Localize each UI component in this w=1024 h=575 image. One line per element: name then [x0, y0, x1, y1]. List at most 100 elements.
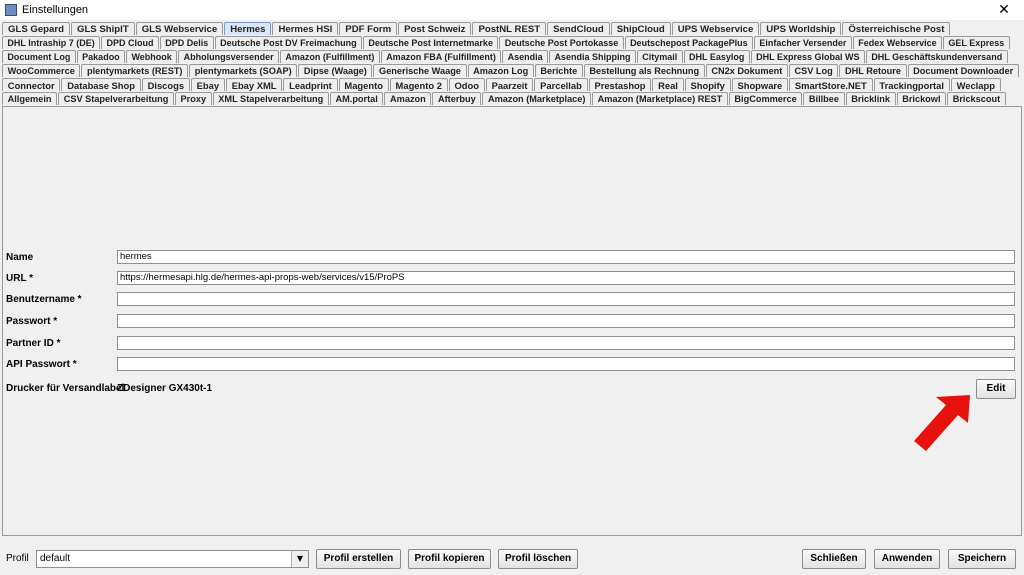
chevron-down-icon[interactable]: ▼ — [291, 551, 308, 567]
copy-profile-button[interactable]: Profil kopieren — [408, 549, 491, 569]
create-profile-button[interactable]: Profil erstellen — [316, 549, 401, 569]
tab-hermes-hsi[interactable]: Hermes HSI — [272, 22, 339, 35]
tab-ups-worldship[interactable]: UPS Worldship — [760, 22, 842, 35]
tab-amazon-fba-fulfillment[interactable]: Amazon FBA (Fulfillment) — [380, 50, 502, 63]
api-password-field[interactable] — [117, 357, 1015, 371]
close-button[interactable]: Schließen — [802, 549, 866, 569]
tab-document-log[interactable]: Document Log — [2, 50, 76, 63]
tab-dipse-waage[interactable]: Dipse (Waage) — [298, 64, 373, 77]
tab-asendia[interactable]: Asendia — [502, 50, 549, 63]
delete-profile-button[interactable]: Profil löschen — [498, 549, 578, 569]
apply-button[interactable]: Anwenden — [874, 549, 940, 569]
tab-parcellab[interactable]: Parcellab — [534, 78, 588, 91]
tab-ebay[interactable]: Ebay — [190, 78, 225, 91]
tab-row-6: Allgemein CSV Stapelverarbeitung Proxy XML … — [2, 92, 1022, 106]
tab-hermes[interactable]: Hermes — [224, 22, 272, 35]
tab-shopware[interactable]: Shopware — [731, 78, 789, 91]
tab-gls-shipit[interactable]: GLS ShipIT — [70, 22, 135, 35]
tab-proxy[interactable]: Proxy — [174, 92, 212, 105]
tab-postnl-rest[interactable]: PostNL REST — [472, 22, 547, 35]
tab-database-shop[interactable]: Database Shop — [61, 78, 141, 91]
tab-dhl-express-global-ws[interactable]: DHL Express Global WS — [750, 50, 865, 63]
tab-webhook[interactable]: Webhook — [126, 50, 178, 63]
save-button[interactable]: Speichern — [948, 549, 1016, 569]
profile-select[interactable]: default ▼ — [36, 550, 309, 568]
tab-xml-stapelverarbeitung[interactable]: XML Stapelverarbeitung — [212, 92, 329, 105]
tab-csv-log[interactable]: CSV Log — [788, 64, 839, 77]
tab-brickscout[interactable]: Brickscout — [947, 92, 1006, 105]
close-icon[interactable]: ✕ — [984, 0, 1024, 20]
tab-berichte[interactable]: Berichte — [534, 64, 583, 77]
tab-citymail[interactable]: Citymail — [636, 50, 683, 63]
password-label: Passwort * — [6, 316, 58, 327]
tab-magento[interactable]: Magento — [338, 78, 389, 91]
tab-bigcommerce[interactable]: BigCommerce — [728, 92, 803, 105]
tab-gls-gepard[interactable]: GLS Gepard — [2, 22, 70, 35]
tab-österreichische-post[interactable]: Österreichische Post — [842, 22, 951, 35]
tab-dhl-easylog[interactable]: DHL Easylog — [683, 50, 750, 63]
tab-dpd-delis[interactable]: DPD Delis — [159, 36, 214, 49]
title-bar: Einstellungen ✕ — [0, 0, 1024, 20]
tab-bricklink[interactable]: Bricklink — [845, 92, 896, 105]
tab-einfacher-versender[interactable]: Einfacher Versender — [754, 36, 852, 49]
tab-fedex-webservice[interactable]: Fedex Webservice — [852, 36, 942, 49]
tab-brickowl[interactable]: Brickowl — [896, 92, 947, 105]
tab-shopify[interactable]: Shopify — [684, 78, 731, 91]
tab-afterbuy[interactable]: Afterbuy — [432, 92, 482, 105]
tab-amazon-fulfillment[interactable]: Amazon (Fulfillment) — [280, 50, 380, 63]
api-password-label: API Passwort * — [6, 359, 77, 370]
tab-real[interactable]: Real — [652, 78, 684, 91]
tab-amazon[interactable]: Amazon — [384, 92, 432, 105]
tab-woocommerce[interactable]: WooCommerce — [2, 64, 81, 77]
tab-csv-stapelverarbeitung[interactable]: CSV Stapelverarbeitung — [58, 92, 174, 105]
tab-allgemein[interactable]: Allgemein — [2, 92, 58, 105]
tab-weclapp[interactable]: Weclapp — [950, 78, 1001, 91]
tab-asendia-shipping[interactable]: Asendia Shipping — [549, 50, 636, 63]
tab-trackingportal[interactable]: Trackingportal — [873, 78, 950, 91]
tab-ebay-xml[interactable]: Ebay XML — [225, 78, 283, 91]
tab-sendcloud[interactable]: SendCloud — [547, 22, 610, 35]
partner-id-field[interactable] — [117, 336, 1015, 350]
tab-prestashop[interactable]: Prestashop — [588, 78, 652, 91]
tab-shipcloud[interactable]: ShipCloud — [610, 22, 671, 35]
tab-bestellung-als-rechnung[interactable]: Bestellung als Rechnung — [583, 64, 705, 77]
tab-dhl-retoure[interactable]: DHL Retoure — [839, 64, 907, 77]
url-field[interactable]: https://hermesapi.hlg.de/hermes-api-prop… — [117, 271, 1015, 285]
tab-generische-waage[interactable]: Generische Waage — [373, 64, 467, 77]
tab-amazon-log[interactable]: Amazon Log — [467, 64, 534, 77]
tab-deutschepost-packageplus[interactable]: Deutschepost PackagePlus — [624, 36, 753, 49]
tab-connector[interactable]: Connector — [2, 78, 61, 91]
tab-deutsche-post-portokasse[interactable]: Deutsche Post Portokasse — [499, 36, 624, 49]
tab-deutsche-post-dv-freimachung[interactable]: Deutsche Post DV Freimachung — [214, 36, 363, 49]
tab-plentymarkets-rest[interactable]: plentymarkets (REST) — [81, 64, 189, 77]
tab-cn2x-dokument[interactable]: CN2x Dokument — [705, 64, 788, 77]
tab-plentymarkets-soap[interactable]: plentymarkets (SOAP) — [189, 64, 298, 77]
tab-post-schweiz[interactable]: Post Schweiz — [398, 22, 472, 35]
tab-pdf-form[interactable]: PDF Form — [339, 22, 398, 35]
edit-printer-button[interactable]: Edit — [976, 379, 1016, 399]
tab-amazon-marketplace-rest[interactable]: Amazon (Marketplace) REST — [592, 92, 728, 105]
tab-leadprint[interactable]: Leadprint — [283, 78, 338, 91]
tab-gls-webservice[interactable]: GLS Webservice — [135, 22, 224, 35]
tab-dhl-geschäftskundenversand[interactable]: DHL Geschäftskundenversand — [865, 50, 1008, 63]
tab-pakadoo[interactable]: Pakadoo — [76, 50, 126, 63]
tab-smartstore-net[interactable]: SmartStore.NET — [789, 78, 873, 91]
tab-billbee[interactable]: Billbee — [803, 92, 845, 105]
tab-odoo[interactable]: Odoo — [448, 78, 485, 91]
username-field[interactable] — [117, 292, 1015, 306]
tab-dhl-intraship-7-de[interactable]: DHL Intraship 7 (DE) — [2, 36, 101, 49]
tab-dpd-cloud[interactable]: DPD Cloud — [101, 36, 159, 49]
tab-ups-webservice[interactable]: UPS Webservice — [671, 22, 760, 35]
tab-discogs[interactable]: Discogs — [141, 78, 190, 91]
tab-document-downloader[interactable]: Document Downloader — [907, 64, 1019, 77]
tab-am-portal[interactable]: AM.portal — [329, 92, 384, 105]
tab-deutsche-post-internetmarke[interactable]: Deutsche Post Internetmarke — [363, 36, 499, 49]
tab-amazon-marketplace[interactable]: Amazon (Marketplace) — [482, 92, 592, 105]
name-field[interactable]: hermes — [117, 250, 1015, 264]
tab-abholungsversender[interactable]: Abholungsversender — [178, 50, 280, 63]
password-field[interactable] — [117, 314, 1015, 328]
window-title: Einstellungen — [22, 4, 89, 16]
tab-paarzeit[interactable]: Paarzeit — [485, 78, 534, 91]
tab-magento-2[interactable]: Magento 2 — [389, 78, 448, 91]
tab-gel-express[interactable]: GEL Express — [943, 36, 1010, 49]
